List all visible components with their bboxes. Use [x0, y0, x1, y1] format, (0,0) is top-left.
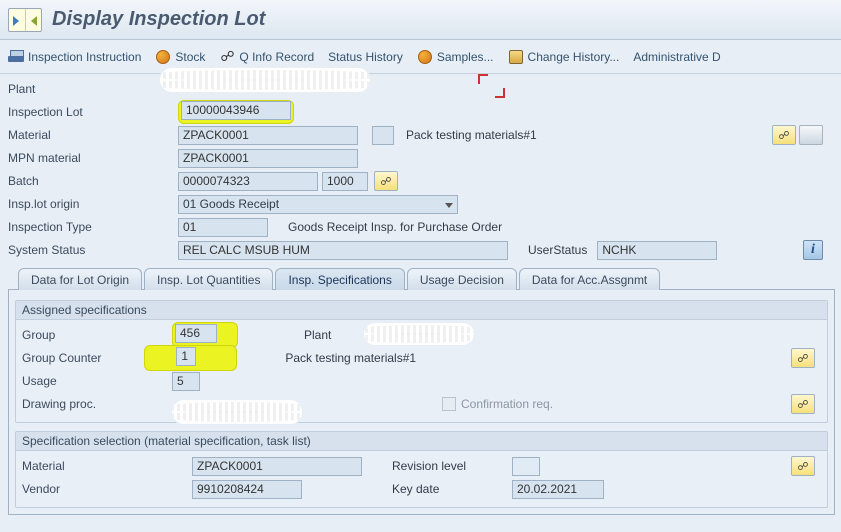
system-status-label: System Status	[8, 243, 178, 257]
assigned-specifications-group: Assigned specifications Group 456 Plant …	[15, 300, 828, 423]
samples-label: Samples...	[437, 50, 494, 64]
link-button[interactable]: ☍	[791, 456, 815, 476]
ball-icon	[417, 49, 433, 65]
tab-acc-assignment[interactable]: Data for Acc.Assgnmt	[519, 268, 660, 290]
structure-button[interactable]	[799, 125, 823, 145]
title-bar: Display Inspection Lot	[0, 0, 841, 40]
stock-label: Stock	[175, 50, 205, 64]
material-help-button[interactable]	[372, 126, 394, 145]
keydate-label: Key date	[392, 482, 512, 496]
inspection-lot-field[interactable]: 10000043946	[181, 101, 291, 120]
keydate-field[interactable]: 20.02.2021	[512, 480, 604, 499]
origin-label: Insp.lot origin	[8, 197, 178, 211]
link-button[interactable]: ☍	[791, 348, 815, 368]
tab-usage-decision[interactable]: Usage Decision	[407, 268, 517, 290]
status-history-button[interactable]: Status History	[328, 50, 403, 64]
change-history-button[interactable]: Change History...	[508, 49, 620, 65]
info-button[interactable]: i	[803, 240, 823, 260]
highlight: 10000043946	[178, 100, 294, 124]
dropdown-icon	[445, 197, 457, 211]
tab-strip: Data for Lot Origin Insp. Lot Quantities…	[18, 267, 835, 289]
spec-selection-group: Specification selection (material specif…	[15, 431, 828, 508]
change-history-label: Change History...	[528, 50, 620, 64]
administrative-data-button[interactable]: Administrative D	[633, 50, 720, 64]
user-status-label: UserStatus	[528, 243, 587, 257]
origin-value: 01 Goods Receipt	[179, 197, 443, 211]
inspection-lot-label: Inspection Lot	[8, 105, 178, 119]
mpn-material-label: MPN material	[8, 151, 178, 165]
plant-label: Plant	[8, 82, 178, 96]
batch-link-button[interactable]: ☍	[374, 171, 398, 191]
redaction	[172, 400, 302, 424]
redaction	[160, 68, 370, 92]
window-icon	[8, 8, 42, 32]
tab-panel: Assigned specifications Group 456 Plant …	[8, 289, 835, 515]
toolbar: Inspection Instruction Stock ☍ Q Info Re…	[0, 40, 841, 74]
mpn-material-field[interactable]: ZPACK0001	[178, 149, 358, 168]
print-icon	[8, 49, 24, 65]
administrative-data-label: Administrative D	[633, 50, 720, 64]
link-button[interactable]: ☍	[791, 394, 815, 414]
group-counter-text: Pack testing materials#1	[285, 351, 416, 365]
spec-selection-legend: Specification selection (material specif…	[16, 432, 827, 451]
page-title: Display Inspection Lot	[52, 8, 265, 31]
sel-material-field[interactable]: ZPACK0001	[192, 457, 362, 476]
status-history-label: Status History	[328, 50, 403, 64]
material-field[interactable]: ZPACK0001	[178, 126, 358, 145]
origin-dropdown[interactable]: 01 Goods Receipt	[178, 195, 458, 214]
batch-label: Batch	[8, 174, 178, 188]
vendor-label: Vendor	[22, 482, 192, 496]
batch-field[interactable]: 0000074323	[178, 172, 318, 191]
revision-label: Revision level	[392, 459, 512, 473]
user-status-field[interactable]: NCHK	[597, 241, 717, 260]
confirmation-checkbox	[442, 397, 456, 411]
tab-insp-specifications[interactable]: Insp. Specifications	[275, 268, 404, 290]
q-info-record-label: Q Info Record	[239, 50, 314, 64]
highlight: 1	[144, 345, 237, 371]
header-fields: Plant Inspection Lot 10000043946 Materia…	[0, 74, 841, 261]
q-info-record-button[interactable]: ☍ Q Info Record	[219, 49, 314, 65]
group-field[interactable]: 456	[175, 324, 217, 343]
group-label: Group	[22, 328, 172, 342]
assigned-plant-label: Plant	[304, 328, 331, 342]
usage-label: Usage	[22, 374, 172, 388]
drawing-label: Drawing proc.	[22, 397, 172, 411]
inspection-instruction-label: Inspection Instruction	[28, 50, 141, 64]
inspection-type-text: Goods Receipt Insp. for Purchase Order	[288, 220, 502, 234]
stock-button[interactable]: Stock	[155, 49, 205, 65]
usage-field[interactable]: 5	[172, 372, 200, 391]
vendor-field[interactable]: 9910208424	[192, 480, 302, 499]
inspection-type-field[interactable]: 01	[178, 218, 268, 237]
batch-sub-field[interactable]: 1000	[322, 172, 368, 191]
assigned-specifications-legend: Assigned specifications	[16, 301, 827, 320]
inspection-instruction-button[interactable]: Inspection Instruction	[8, 49, 141, 65]
tab-lot-quantities[interactable]: Insp. Lot Quantities	[144, 268, 273, 290]
ball-icon	[155, 49, 171, 65]
inspection-type-label: Inspection Type	[8, 220, 178, 234]
focus-bracket	[478, 74, 488, 84]
redaction	[364, 323, 474, 345]
history-icon	[508, 49, 524, 65]
sel-material-label: Material	[22, 459, 192, 473]
link-button[interactable]: ☍	[772, 125, 796, 145]
focus-bracket	[495, 88, 505, 98]
confirmation-label: Confirmation req.	[461, 397, 553, 411]
revision-field[interactable]	[512, 457, 540, 476]
tab-lot-origin[interactable]: Data for Lot Origin	[18, 268, 142, 290]
material-text: Pack testing materials#1	[406, 128, 537, 142]
link-icon: ☍	[219, 49, 235, 65]
material-label: Material	[8, 128, 178, 142]
group-counter-field[interactable]: 1	[176, 347, 196, 366]
system-status-field[interactable]: REL CALC MSUB HUM	[178, 241, 508, 260]
samples-button[interactable]: Samples...	[417, 49, 494, 65]
